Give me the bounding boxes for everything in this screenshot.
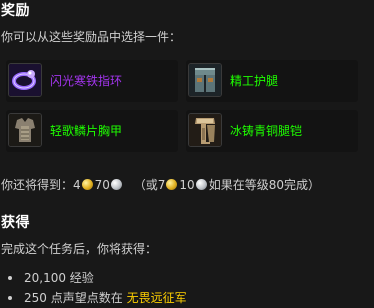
reward-item-leg-plate[interactable]: 冰铸青铜腿铠 <box>186 110 358 152</box>
gold-coin-icon <box>81 179 93 190</box>
gains-heading: 获得 <box>1 215 30 231</box>
faction-link[interactable]: 无畏远征军 <box>127 291 187 305</box>
alt-money-open: （或 <box>133 178 158 192</box>
gains-list: 20,100 经验 250 点声望点数在 无畏远征军 <box>6 268 187 308</box>
list-item-experience: 20,100 经验 <box>6 268 187 288</box>
gold-coin-icon <box>166 179 178 190</box>
reward-item-ring[interactable]: 闪光寒铁指环 <box>6 60 178 102</box>
reward-item-name[interactable]: 精工护腿 <box>230 72 278 89</box>
reward-item-name[interactable]: 闪光寒铁指环 <box>50 72 122 89</box>
alt-gold-amount: 7 <box>157 178 166 192</box>
reward-item-chest[interactable]: 轻歌鳞片胸甲 <box>6 110 178 152</box>
silver-coin-icon <box>110 179 122 190</box>
money-reward-line: 你还将得到：4 70 （或7 10 如果在等级80完成） <box>1 176 320 193</box>
reward-item-name[interactable]: 轻歌鳞片胸甲 <box>50 122 122 139</box>
list-item-reputation: 250 点声望点数在 无畏远征军 <box>6 288 187 308</box>
reward-item-leggings[interactable]: 精工护腿 <box>186 60 358 102</box>
ring-icon <box>8 63 42 97</box>
chest-armor-icon <box>8 113 42 147</box>
leg-plate-icon <box>188 113 222 147</box>
reputation-text: 250 点声望点数在 <box>24 291 123 305</box>
reward-item-name[interactable]: 冰铸青铜腿铠 <box>230 122 302 139</box>
silver-amount: 70 <box>94 178 110 192</box>
reward-choice-instruction: 你可以从这些奖励品中选择一件： <box>1 30 182 44</box>
gains-intro: 完成这个任务后，你将获得： <box>1 242 158 256</box>
alt-money-suffix: 如果在等级80完成） <box>208 178 320 192</box>
gold-amount: 4 <box>73 178 81 192</box>
money-prefix: 你还将得到： <box>1 178 74 192</box>
rewards-heading: 奖励 <box>1 3 30 19</box>
silver-coin-icon <box>195 179 207 190</box>
alt-silver-amount: 10 <box>179 178 195 192</box>
leggings-icon <box>188 63 222 97</box>
experience-value: 20,100 经验 <box>24 271 94 285</box>
